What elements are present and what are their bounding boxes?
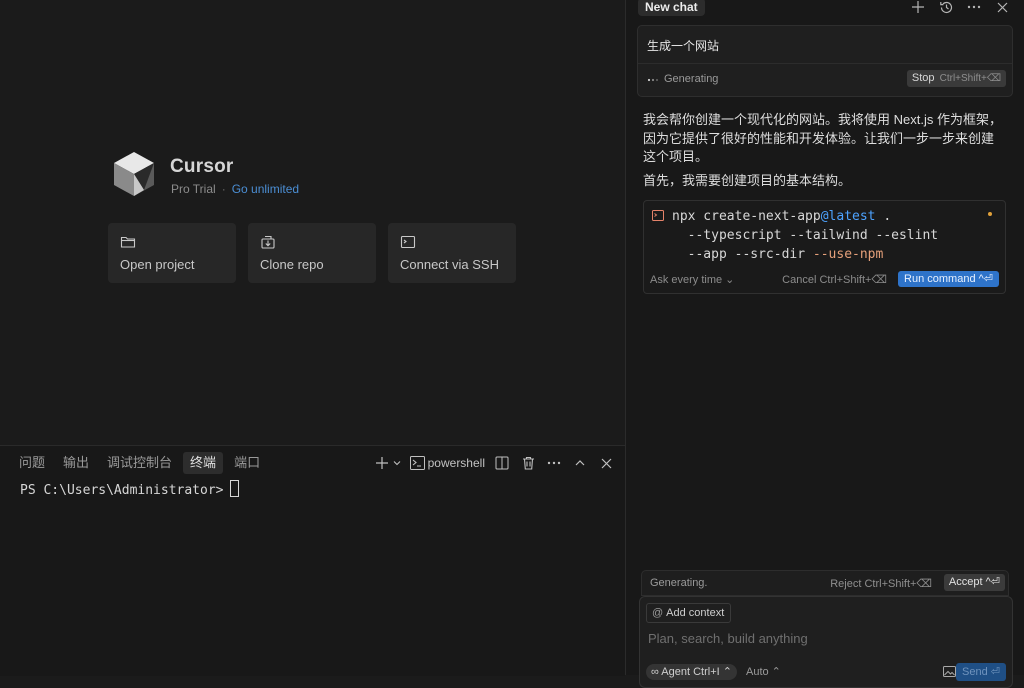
connect-ssh-card[interactable]: Connect via SSH	[388, 223, 516, 283]
new-terminal-button[interactable]	[375, 453, 402, 473]
terminal-prompt: PS C:\Users\Administrator>	[20, 483, 224, 498]
chevron-down-icon	[393, 461, 401, 466]
split-icon	[495, 456, 509, 470]
connect-ssh-label: Connect via SSH	[400, 257, 499, 272]
command-part: --use-npm	[812, 247, 884, 262]
agent-mode-button[interactable]: ∞ Agent Ctrl+I ⌃	[646, 664, 737, 680]
tab-output[interactable]: 输出	[56, 452, 96, 474]
command-part: --app --src-dir	[687, 247, 813, 262]
tab-terminal[interactable]: 终端	[183, 452, 224, 474]
assistant-paragraph: 我会帮你创建一个现代化的网站。我将使用 Next.js 作为框架，因为它提供了很…	[643, 112, 1002, 164]
assistant-paragraph: 首先，我需要创建项目的基本结构。	[643, 172, 852, 188]
open-project-label: Open project	[120, 257, 195, 272]
chat-header: New chat	[626, 0, 1024, 20]
generating-bar: Generating. Reject Ctrl+Shift+⌫ Accept ^…	[641, 570, 1009, 596]
command-part: --typescript --tailwind --eslint	[687, 228, 939, 243]
cursor-logo-icon	[114, 152, 154, 196]
history-icon	[939, 1, 952, 13]
user-message[interactable]: 生成一个网站 Generating Stop Ctrl+Shift+⌫	[637, 25, 1013, 97]
folder-icon	[120, 236, 136, 248]
plus-icon	[375, 457, 388, 469]
prompt-input[interactable]	[646, 626, 1005, 650]
clone-repo-icon	[261, 235, 275, 249]
divider	[638, 63, 1012, 64]
ellipsis-icon	[547, 461, 561, 465]
status-dot	[988, 212, 992, 216]
reject-button[interactable]: Reject Ctrl+Shift+⌫	[830, 577, 932, 590]
command-part: npx create-next-app	[672, 209, 821, 224]
plan-separator: ·	[221, 182, 226, 196]
terminal-icon	[409, 456, 425, 470]
run-command-button[interactable]: Run command ^⏎	[898, 271, 999, 287]
plus-icon	[912, 1, 924, 13]
clone-repo-label: Clone repo	[260, 257, 324, 272]
close-panel-button[interactable]	[597, 453, 615, 473]
user-message-text: 生成一个网站	[647, 39, 720, 53]
add-context-label: Add context	[666, 607, 725, 619]
close-icon	[601, 458, 611, 468]
ask-mode-dropdown[interactable]: Ask every time ⌄	[650, 273, 734, 286]
tab-problems[interactable]: 问题	[12, 452, 52, 474]
accept-button[interactable]: Accept ^⏎	[943, 574, 1005, 591]
cancel-command-button[interactable]: Cancel Ctrl+Shift+⌫	[782, 273, 887, 286]
panel-tabs: 问题 输出 调试控制台 终端 端口	[12, 452, 267, 474]
trash-icon	[522, 456, 534, 470]
terminal-output[interactable]: PS C:\Users\Administrator>	[20, 480, 239, 498]
plan-label: Pro Trial	[171, 182, 216, 196]
chat-header-actions	[910, 0, 1010, 15]
shell-selector[interactable]: powershell	[409, 453, 485, 473]
shell-name: powershell	[427, 456, 485, 470]
editor-area: Cursor Pro Trial · Go unlimited Open proje…	[0, 0, 625, 445]
history-button[interactable]	[938, 0, 954, 15]
plan-row: Pro Trial · Go unlimited	[171, 182, 299, 196]
image-icon[interactable]	[943, 666, 956, 677]
split-terminal-button[interactable]	[493, 453, 511, 473]
kill-terminal-button[interactable]	[519, 453, 537, 473]
add-context-button[interactable]: @ Add context	[646, 603, 732, 623]
stop-shortcut: Ctrl+Shift+⌫	[939, 73, 1001, 84]
more-actions-button[interactable]	[545, 453, 563, 473]
assistant-message: 我会帮你创建一个现代化的网站。我将使用 Next.js 作为框架，因为它提供了很…	[643, 111, 1003, 195]
terminal-panel: 问题 输出 调试控制台 终端 端口 powershell PS C:\Users…	[0, 445, 625, 676]
model-selector[interactable]: Auto ⌃	[746, 665, 781, 678]
app-name: Cursor	[170, 156, 234, 177]
at-icon: @	[652, 607, 664, 619]
generating-status: Generating	[664, 73, 719, 85]
terminal-window-icon	[400, 235, 416, 249]
new-chat-button[interactable]	[910, 0, 926, 15]
chat-more-button[interactable]	[966, 0, 982, 15]
go-unlimited-link[interactable]: Go unlimited	[232, 182, 299, 196]
panel-actions: powershell	[375, 452, 615, 474]
send-button[interactable]: Send ⏎	[956, 663, 1006, 681]
chat-panel: New chat 生成一个网站 Generating Stop Ctrl+Shi…	[626, 0, 1024, 688]
ellipsis-icon	[967, 5, 981, 9]
tab-ports[interactable]: 端口	[227, 452, 267, 474]
loading-dots-icon	[647, 78, 659, 82]
command-part: .	[875, 209, 892, 224]
chat-tab-title[interactable]: New chat	[638, 0, 705, 16]
close-icon	[997, 2, 1007, 12]
stop-button[interactable]: Stop Ctrl+Shift+⌫	[906, 70, 1006, 87]
chevron-up-icon	[575, 460, 585, 466]
command-part: @latest	[820, 209, 876, 224]
maximize-panel-button[interactable]	[571, 453, 589, 473]
command-card: npx create-next-app@latest . --typescrip…	[643, 200, 1006, 294]
chat-input-box: @Add context ∞ Agent Ctrl+I ⌃ Auto ⌃ Sen…	[639, 596, 1013, 688]
generating-label: Generating.	[650, 577, 708, 589]
terminal-cursor	[229, 480, 239, 497]
clone-repo-card[interactable]: Clone repo	[248, 223, 376, 283]
stop-label: Stop	[911, 72, 935, 84]
tab-debug-console[interactable]: 调试控制台	[100, 452, 179, 474]
close-chat-button[interactable]	[994, 0, 1010, 15]
command-footer: Ask every time ⌄ Cancel Ctrl+Shift+⌫ Run…	[650, 271, 999, 289]
command-text: npx create-next-app@latest . --typescrip…	[672, 207, 938, 264]
open-project-card[interactable]: Open project	[108, 223, 236, 283]
terminal-icon	[652, 210, 664, 221]
mode-row: ∞ Agent Ctrl+I ⌃ Auto ⌃ Send ⏎	[646, 663, 1006, 682]
